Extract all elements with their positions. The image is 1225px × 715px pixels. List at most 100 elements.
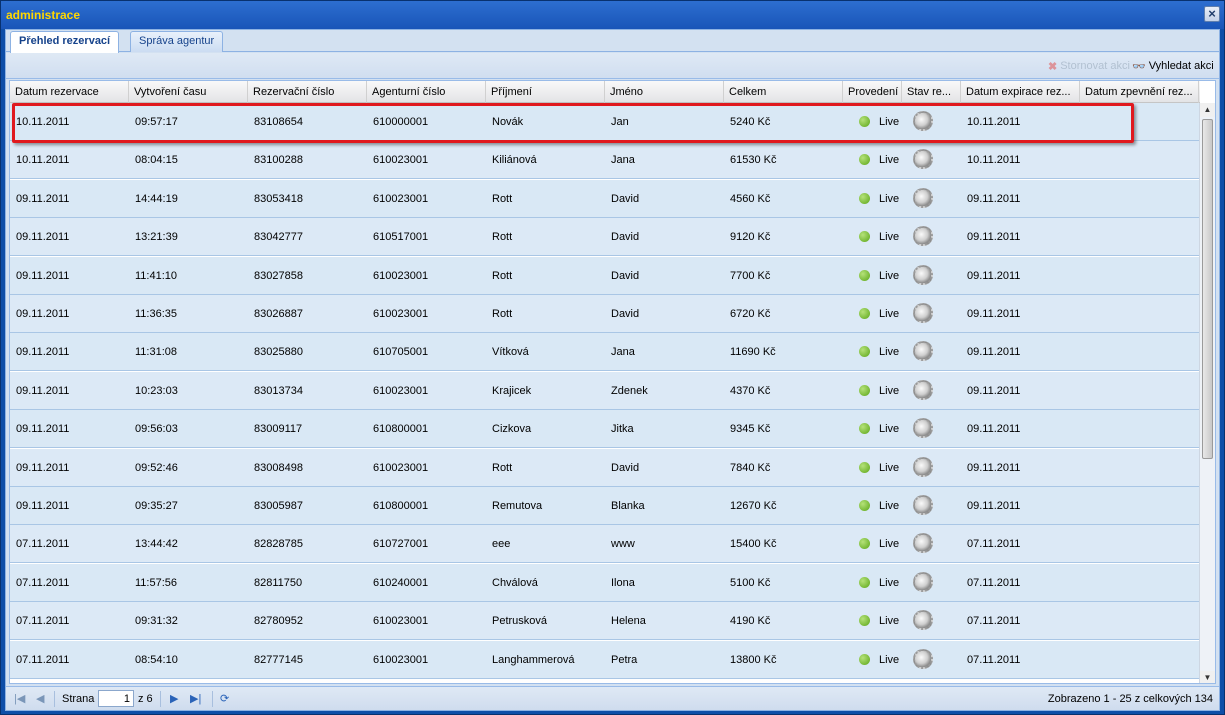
- column-header[interactable]: Provedení: [843, 81, 902, 103]
- search-action-button[interactable]: 👓 Vyhledat akci: [1132, 58, 1214, 74]
- table-row[interactable]: 07.11.2011 08:54:10 82777145 610023001 Langh…: [10, 640, 1200, 679]
- table-cell: 07.11.2011: [967, 653, 1021, 666]
- column-header[interactable]: Datum zpevnění rez...: [1080, 81, 1199, 103]
- table-cell: 610000001: [373, 116, 429, 128]
- table-cell: Jitka: [611, 423, 634, 436]
- gear-icon[interactable]: [913, 533, 933, 554]
- table-cell: 610800001: [373, 423, 429, 436]
- table-cell: Cizkova: [492, 423, 532, 436]
- table-row[interactable]: 10.11.2011 08:04:15 83100288 610023001 Kiliá…: [10, 141, 1200, 180]
- tab-reservations-overview[interactable]: Přehled rezervací: [10, 31, 120, 53]
- paging-toolbar: |◀ ◀ Strana z 6 ▶ ▶| ⟳ Zobrazeno 1 - 25 …: [6, 686, 1219, 710]
- tab-agency-management[interactable]: Správa agentur: [130, 31, 224, 52]
- table-cell: 09.11.2011: [16, 384, 70, 397]
- table-cell: 61530 Kč: [730, 154, 777, 167]
- table-cell: 610727001: [373, 538, 429, 551]
- table-cell: 07.11.2011: [967, 615, 1021, 628]
- gear-icon[interactable]: [913, 495, 933, 515]
- table-row[interactable]: 07.11.2011 09:31:32 82780952 610023001 Petru…: [10, 602, 1200, 641]
- scroll-up-icon[interactable]: ▲: [1200, 103, 1215, 117]
- table-cell: 11:57:56: [135, 576, 178, 589]
- table-cell: Petrusková: [492, 615, 548, 628]
- table-cell: 07.11.2011: [16, 653, 70, 666]
- table-row[interactable]: 09.11.2011 09:56:03 83009117 610800001 Cizko…: [10, 410, 1200, 449]
- close-icon[interactable]: ×: [1204, 6, 1220, 22]
- table-row[interactable]: 09.11.2011 11:41:10 83027858 610023001 Rott D…: [10, 256, 1200, 295]
- page-number-input[interactable]: [98, 690, 134, 707]
- prev-page-icon[interactable]: ◀: [36, 692, 44, 705]
- gear-icon[interactable]: [913, 648, 933, 669]
- live-status-icon: [859, 346, 870, 358]
- column-header[interactable]: Datum expirace rez...: [961, 81, 1080, 103]
- cancel-action-button[interactable]: ✖ Stornovat akci: [1048, 58, 1130, 74]
- cross-icon: ✖: [1048, 60, 1058, 73]
- execution-label: Live: [879, 192, 900, 205]
- column-header[interactable]: Celkem: [724, 81, 843, 103]
- gear-icon[interactable]: [913, 610, 933, 631]
- vertical-scrollbar[interactable]: ▲ ▼: [1199, 103, 1215, 683]
- table-row[interactable]: 09.11.2011 13:21:39 83042777 610517001 Rott D…: [10, 218, 1200, 257]
- live-status-icon: [859, 231, 870, 243]
- execution-label: Live: [879, 500, 900, 512]
- table-row[interactable]: 09.11.2011 11:36:35 83026887 610023001 Rott D…: [10, 295, 1200, 333]
- last-page-icon[interactable]: ▶|: [190, 692, 201, 705]
- live-status-icon: [859, 653, 870, 665]
- table-row[interactable]: 09.11.2011 10:23:03 83013734 610023001 Kraji…: [10, 371, 1200, 410]
- gear-icon[interactable]: [913, 226, 933, 247]
- column-header[interactable]: Rezervační číslo: [248, 81, 367, 103]
- gear-icon[interactable]: [913, 149, 933, 170]
- table-cell: 83008498: [254, 461, 303, 474]
- table-cell: 09:35:27: [135, 500, 178, 512]
- page-label: Strana: [62, 693, 95, 705]
- execution-label: Live: [879, 308, 900, 320]
- live-status-icon: [859, 538, 870, 550]
- column-header[interactable]: Vytvoření času: [129, 81, 248, 103]
- column-header[interactable]: Příjmení: [486, 81, 605, 103]
- table-row[interactable]: 07.11.2011 13:44:42 82828785 610727001 eee ww…: [10, 525, 1200, 564]
- table-cell: 11:36:35: [135, 308, 178, 320]
- gear-icon[interactable]: [913, 187, 933, 208]
- gear-icon[interactable]: [913, 341, 933, 362]
- column-header[interactable]: Jméno: [605, 81, 724, 103]
- gear-icon[interactable]: [913, 303, 933, 323]
- table-row[interactable]: 10.11.2011 09:57:17 83108654 610000001 Novák…: [10, 103, 1200, 141]
- table-cell: Rott: [492, 231, 513, 244]
- table-cell: 13:44:42: [135, 538, 178, 551]
- scroll-down-icon[interactable]: ▼: [1200, 671, 1215, 683]
- table-cell: 07.11.2011: [16, 576, 70, 589]
- refresh-icon[interactable]: ⟳: [220, 692, 229, 705]
- table-cell: 09.11.2011: [967, 423, 1021, 436]
- table-cell: 83026887: [254, 308, 303, 320]
- first-page-icon[interactable]: |◀: [14, 692, 25, 705]
- gear-icon[interactable]: [913, 456, 933, 477]
- window-titlebar[interactable]: administrace ×: [1, 1, 1224, 29]
- execution-label: Live: [879, 384, 900, 397]
- column-header[interactable]: Datum rezervace: [10, 81, 129, 103]
- next-page-icon[interactable]: ▶: [170, 692, 178, 705]
- table-cell: 4190 Kč: [730, 615, 771, 628]
- pager-separator: [54, 691, 55, 707]
- gear-icon[interactable]: [913, 111, 933, 131]
- table-row[interactable]: 09.11.2011 11:31:08 83025880 610705001 Vítko…: [10, 333, 1200, 372]
- column-header[interactable]: Stav re...: [902, 81, 961, 103]
- table-row[interactable]: 09.11.2011 14:44:19 83053418 610023001 Rott D…: [10, 179, 1200, 218]
- table-cell: Helena: [611, 615, 646, 628]
- table-cell: 610023001: [373, 154, 429, 167]
- table-row[interactable]: 09.11.2011 09:35:27 83005987 610800001 Remut…: [10, 487, 1200, 525]
- gear-icon[interactable]: [913, 571, 933, 592]
- live-status-icon: [859, 269, 870, 281]
- table-cell: eee: [492, 538, 511, 551]
- table-cell: www: [611, 538, 635, 551]
- table-cell: 610705001: [373, 346, 429, 359]
- column-header[interactable]: Agenturní číslo: [367, 81, 486, 103]
- gear-icon[interactable]: [913, 379, 933, 400]
- gear-icon[interactable]: [913, 418, 933, 439]
- table-row[interactable]: 07.11.2011 11:57:56 82811750 610240001 Chvál…: [10, 563, 1200, 602]
- table-row[interactable]: 09.11.2011 09:52:46 83008498 610023001 Rott D…: [10, 448, 1200, 487]
- execution-label: Live: [879, 538, 900, 551]
- table-cell: 09:52:46: [135, 461, 178, 474]
- table-cell: 09.11.2011: [967, 346, 1021, 359]
- scroll-thumb[interactable]: [1202, 119, 1213, 459]
- paging-info: Zobrazeno 1 - 25 z celkových 134: [1047, 693, 1213, 705]
- gear-icon[interactable]: [913, 264, 933, 285]
